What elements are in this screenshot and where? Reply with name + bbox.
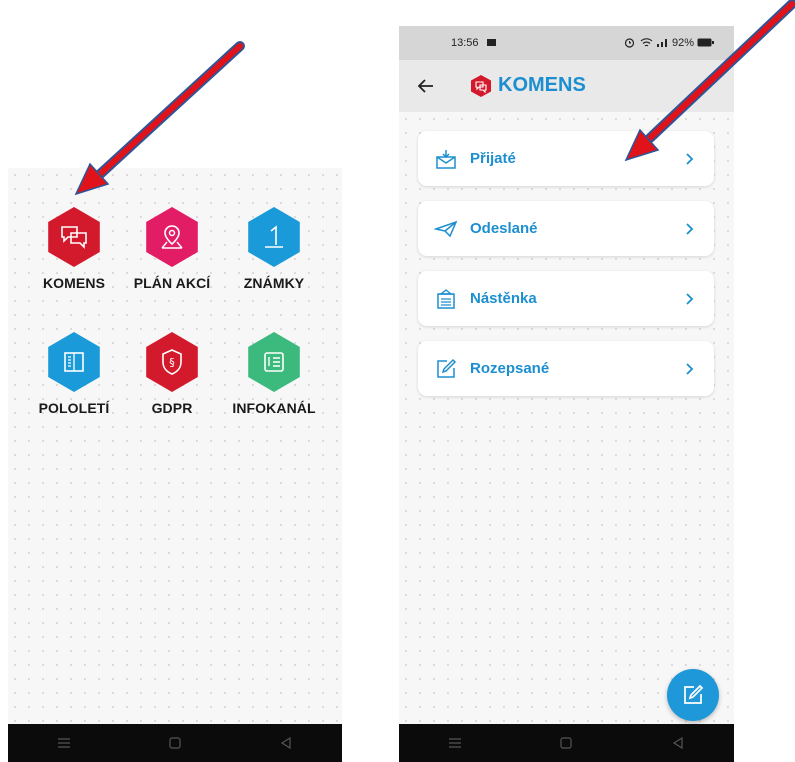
shield-paragraph-icon: § [146,332,198,392]
komens-logo-icon [471,75,491,97]
right-phone-screen: 13:56 92% KOMENS Přijaté Odeslané Nástěn… [399,26,734,762]
menu-nav-button[interactable] [49,733,79,753]
app-title: KOMENS [498,74,586,96]
draft-edit-icon [434,357,458,381]
menu-area: Přijaté Odeslané Nástěnka Rozepsané [399,112,734,724]
home-square-icon [560,737,573,749]
back-triangle-icon [281,737,291,749]
alarm-icon [624,38,635,48]
info-list-icon [248,332,300,392]
svg-text:§: § [169,356,175,369]
back-nav-button[interactable] [271,733,301,753]
home-square-icon [169,737,181,749]
chat-bubbles-icon [48,207,100,267]
menu-item-prijate[interactable]: Přijaté [418,131,714,186]
menu-label: Odeslané [470,220,538,237]
android-nav-bar [8,724,342,762]
home-nav-button[interactable] [160,733,190,753]
paper-plane-icon [434,217,458,241]
map-pin-icon [146,207,198,267]
battery-percent: 92% [672,37,695,49]
tile-label: ZNÁMKY [243,275,305,291]
tile-pololeti[interactable]: POLOLETÍ [20,332,128,416]
back-arrow-icon[interactable] [417,78,435,94]
wifi-icon [640,38,653,47]
tile-gdpr[interactable]: § GDPR [118,332,226,416]
tile-label: GDPR [151,400,193,416]
chevron-right-icon [686,292,694,305]
menu-lines-icon [448,738,461,748]
message-icon [487,39,496,46]
tile-label: PLÁN AKCÍ [133,275,211,291]
tile-znamky[interactable]: ZNÁMKY [220,207,328,291]
compose-icon [684,684,704,704]
menu-label: Nástěnka [470,290,537,307]
grade-one-icon [248,207,300,267]
back-nav-button[interactable] [663,733,693,753]
tile-label: POLOLETÍ [38,400,110,416]
back-triangle-icon [673,737,683,749]
inbox-icon [434,147,458,171]
menu-nav-button[interactable] [440,733,470,753]
compose-button[interactable] [667,669,719,721]
chevron-right-icon [686,152,694,165]
status-time: 13:56 [451,37,479,49]
status-bar: 13:56 92% [399,26,734,60]
tile-label: INFOKANÁL [232,400,316,416]
menu-item-rozepsane[interactable]: Rozepsané [418,341,714,396]
tile-plan-akci[interactable]: PLÁN AKCÍ [118,207,226,291]
app-bar: KOMENS [399,60,734,112]
home-nav-button[interactable] [551,733,581,753]
menu-lines-icon [57,738,70,748]
battery-icon [697,38,714,47]
tile-komens[interactable]: KOMENS [20,207,128,291]
noticeboard-icon [434,287,458,311]
menu-label: Přijaté [470,150,516,167]
menu-item-nastenka[interactable]: Nástěnka [418,271,714,326]
left-phone-screen: KOMENS PLÁN AKCÍ ZNÁMKY POLOLETÍ § GDPR … [8,168,342,762]
chevron-right-icon [686,362,694,375]
tile-label: KOMENS [42,275,106,291]
signal-icon [657,39,667,47]
menu-item-odeslane[interactable]: Odeslané [418,201,714,256]
menu-label: Rozepsané [470,360,550,377]
book-icon [48,332,100,392]
android-nav-bar [399,724,734,762]
chevron-right-icon [686,222,694,235]
tile-infokanal[interactable]: INFOKANÁL [220,332,328,416]
